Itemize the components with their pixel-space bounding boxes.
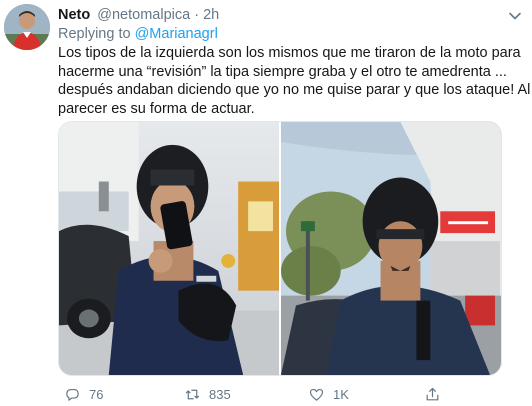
photo-left-image: [59, 122, 279, 375]
author-handle[interactable]: @netomalpica: [97, 7, 190, 23]
reply-count: 76: [89, 386, 104, 402]
photo-right[interactable]: [281, 122, 501, 375]
like-button[interactable]: 1K: [308, 384, 349, 404]
tweet-text: Los tipos de la izquierda son los mismos…: [58, 44, 531, 118]
author-name[interactable]: Neto: [58, 7, 90, 23]
share-button[interactable]: [424, 384, 441, 404]
media-grid: [58, 121, 502, 376]
photo-right-image: [281, 122, 501, 375]
tweet-actions: 76 835 1K: [58, 384, 502, 404]
avatar-image: [4, 4, 50, 50]
photo-left[interactable]: [59, 122, 279, 375]
like-count: 1K: [333, 386, 349, 402]
tweet[interactable]: Neto @netomalpica · 2h Replying to @Mari…: [0, 0, 532, 406]
retweet-count: 835: [209, 386, 231, 402]
tweet-text-line: hacerme una “revisión” la tipa siempre g…: [58, 63, 507, 80]
share-icon: [426, 387, 439, 400]
reply-button[interactable]: 76: [64, 384, 103, 404]
heart-icon: [309, 388, 324, 401]
avatar[interactable]: [4, 4, 50, 50]
tweet-time[interactable]: 2h: [203, 7, 219, 23]
chevron-down-icon[interactable]: [508, 9, 522, 23]
replying-to: Replying to @Marianagrl: [58, 25, 218, 43]
tweet-text-line: Los tipos de la izquierda son los mismos…: [58, 45, 521, 61]
retweet-icon: [185, 389, 200, 399]
tweet-text-line: después andaban diciendo que yo no me qu…: [58, 82, 531, 98]
tweet-header: Neto @netomalpica · 2h: [58, 6, 219, 24]
retweet-button[interactable]: 835: [184, 384, 231, 404]
replying-mention[interactable]: @Marianagrl: [135, 26, 218, 42]
reply-icon: [66, 388, 79, 401]
tweet-text-line: parecer es su forma de actuar.: [58, 100, 255, 117]
replying-label: Replying to: [58, 26, 131, 42]
separator-dot: ·: [194, 7, 200, 23]
